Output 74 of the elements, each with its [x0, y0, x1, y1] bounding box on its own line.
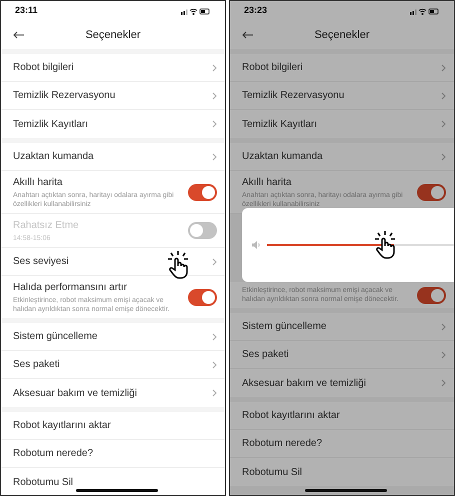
row-label: Uzaktan kumanda	[242, 150, 323, 164]
row-label: Ses paketi	[242, 348, 289, 362]
status-icons	[181, 8, 211, 14]
row-label: Ses seviyesi	[13, 255, 69, 269]
settings-row[interactable]: Aksesuar bakım ve temizliği	[230, 369, 454, 397]
row-label: Temizlik Kayıtları	[242, 118, 318, 132]
settings-row[interactable]: Sistem güncelleme	[1, 323, 225, 351]
status-time: 23:23	[244, 4, 268, 18]
chevron-right-icon	[441, 350, 446, 358]
chevron-right-icon	[212, 64, 217, 72]
chevron-right-icon	[212, 258, 217, 266]
chevron-right-icon	[441, 152, 446, 160]
chevron-right-icon	[212, 332, 217, 340]
row-label: Halıda performansını artır	[13, 281, 128, 295]
settings-row[interactable]: Uzaktan kumanda	[1, 143, 225, 171]
toggle-switch[interactable]	[188, 184, 217, 200]
settings-row[interactable]: Robot bilgileri	[1, 54, 225, 82]
toggle-switch[interactable]	[417, 184, 446, 200]
settings-row[interactable]: Uzaktan kumanda	[230, 143, 454, 171]
row-label: Temizlik Kayıtları	[13, 118, 88, 132]
settings-row[interactable]: Robotumu Sil	[1, 468, 225, 495]
speaker-icon	[252, 241, 261, 249]
settings-row[interactable]: Robot bilgileri	[230, 54, 454, 82]
back-arrow-icon[interactable]	[13, 31, 24, 39]
settings-row[interactable]: Temizlik Kayıtları	[1, 110, 225, 138]
settings-row[interactable]: Ses seviyesi	[1, 248, 225, 276]
settings-row[interactable]: Ses paketi	[230, 341, 454, 369]
settings-row[interactable]: Sistem güncelleme	[230, 313, 454, 341]
row-label: Robot kayıtlarını aktar	[13, 419, 111, 433]
settings-row[interactable]: Robotum nerede?	[1, 440, 225, 468]
row-label: Robotum nerede?	[242, 437, 322, 451]
chevron-right-icon	[212, 120, 217, 128]
row-label: Uzaktan kumanda	[13, 150, 94, 164]
status-time: 23:11	[15, 4, 38, 18]
settings-row[interactable]: Temizlik Rezervasyonu	[230, 82, 454, 110]
chevron-right-icon	[441, 322, 446, 330]
row-label: Aksesuar bakım ve temizliği	[242, 376, 366, 390]
row-label: Rahatsız Etme	[13, 219, 79, 233]
chevron-right-icon	[441, 92, 446, 100]
chevron-right-icon	[441, 379, 446, 387]
chevron-right-icon	[441, 120, 446, 128]
status-icons	[410, 8, 440, 14]
row-label: Robot bilgileri	[242, 61, 303, 75]
row-label: Sistem güncelleme	[13, 330, 98, 344]
row-label: Akıllı harita	[242, 176, 292, 190]
screen-title: Seçenekler	[314, 28, 370, 43]
row-label: Akıllı harita	[13, 176, 64, 190]
settings-row[interactable]: Robot kayıtlarını aktar	[230, 402, 454, 430]
row-label: Robotumu Sil	[242, 466, 302, 480]
chevron-right-icon	[212, 360, 217, 368]
settings-row[interactable]: Temizlik Rezervasyonu	[1, 82, 225, 110]
row-label: Ses paketi	[13, 358, 60, 372]
screen-title: Seçenekler	[85, 28, 141, 43]
settings-row[interactable]: Robotum nerede?	[230, 430, 454, 458]
row-label: Temizlik Rezervasyonu	[242, 89, 344, 103]
chevron-right-icon	[212, 152, 217, 160]
back-arrow-icon[interactable]	[242, 31, 253, 39]
row-label: Robotum nerede?	[13, 447, 94, 461]
settings-row[interactable]: Temizlik Kayıtları	[230, 110, 454, 138]
row-label: Temizlik Rezervasyonu	[13, 89, 116, 103]
toggle-switch[interactable]	[188, 288, 217, 306]
chevron-right-icon	[212, 92, 217, 100]
settings-row[interactable]: Aksesuar bakım ve temizliği	[1, 379, 225, 407]
settings-row[interactable]: Ses paketi	[1, 351, 225, 379]
row-label: Aksesuar bakım ve temizliği	[13, 386, 137, 400]
row-label: Robot bilgileri	[13, 61, 74, 75]
chevron-right-icon	[441, 64, 446, 72]
row-label: Robotumu Sil	[13, 476, 74, 490]
settings-row[interactable]: Robotumu Sil	[230, 458, 454, 486]
row-label: Sistem güncelleme	[242, 320, 326, 334]
chevron-right-icon	[212, 389, 217, 397]
row-label: Robot kayıtlarını aktar	[242, 409, 340, 423]
settings-row[interactable]: Robot kayıtlarını aktar	[1, 412, 225, 440]
toggle-switch[interactable]	[417, 286, 446, 304]
